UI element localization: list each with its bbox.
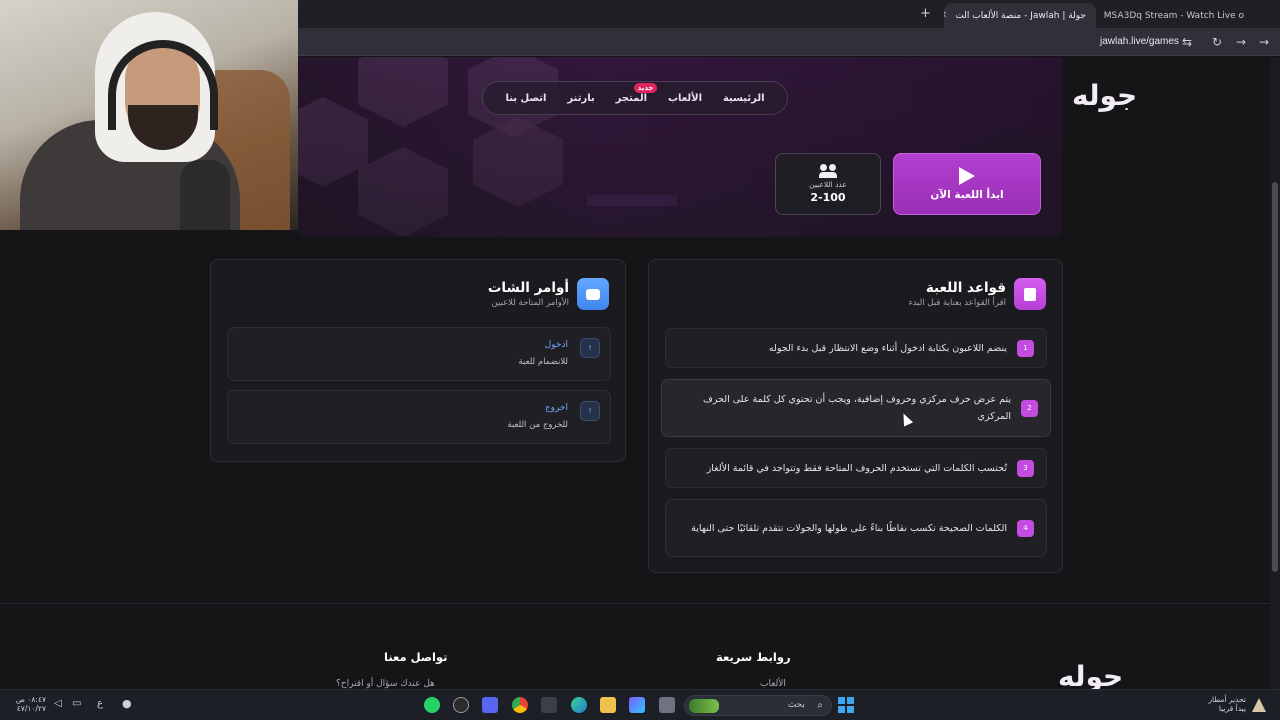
command-name: ادخول bbox=[544, 340, 568, 350]
close-icon[interactable]: ✕ bbox=[944, 10, 947, 21]
command-desc: للخروج من اللعبة bbox=[507, 420, 568, 430]
network-icon[interactable]: ▭ bbox=[72, 698, 81, 709]
rules-card: قواعد اللعبة اقرأ القواعد بعناية قبل الب… bbox=[648, 259, 1063, 573]
nav-contact[interactable]: اتصل بنا bbox=[505, 93, 546, 104]
chat-subtitle: الأوامر المتاحة للاعبين bbox=[491, 298, 570, 308]
calculator-icon[interactable] bbox=[541, 697, 557, 713]
chrome-icon[interactable] bbox=[512, 697, 528, 713]
obs-icon[interactable] bbox=[453, 697, 469, 713]
windows-taskbar: ٠٨:٤٧ ص ٤٧/١٠/٢٧ ◁ ▭ ع ● بحث ⌕ تحذير أمط… bbox=[0, 689, 1280, 720]
edge-icon[interactable] bbox=[571, 697, 587, 713]
rule-item: 1 ينضم اللاعبون بكتابة ادخول أثناء وضع ا… bbox=[665, 328, 1047, 368]
start-game-button[interactable]: ابدأ اللعبة الآن bbox=[893, 153, 1041, 215]
command-tag: ! bbox=[580, 338, 600, 358]
main-nav: الرئيسية الألعاب المتجر جديد بارتنر اتصل … bbox=[482, 81, 788, 115]
url-text[interactable]: jawlah.live/games bbox=[1100, 36, 1179, 47]
tab-label: جولة | Jawlah - منصة الألعاب الت bbox=[955, 10, 1086, 21]
rule-text: ينضم اللاعبون بكتابة ادخول أثناء وضع الا… bbox=[768, 342, 1007, 354]
chat-title: أوامر الشات bbox=[487, 280, 569, 296]
chat-commands-card: أوامر الشات الأوامر المتاحة للاعبين ! اد… bbox=[210, 259, 626, 462]
tab-jawlah[interactable]: جولة | Jawlah - منصة الألعاب الت ✕ bbox=[944, 3, 1096, 28]
microphone-icon[interactable]: ● bbox=[122, 697, 132, 710]
app-icon[interactable] bbox=[659, 697, 675, 713]
book-icon bbox=[1014, 278, 1046, 310]
rule-text: يتم عرض حرف مركزي وحروف إضافية، ويجب أن … bbox=[702, 394, 1011, 422]
nav-store-label: المتجر bbox=[615, 92, 648, 104]
tab-label: MSA3Dq Stream - Watch Live o bbox=[1103, 10, 1244, 21]
nav-games[interactable]: الألعاب bbox=[668, 93, 702, 104]
page-scrollbar[interactable] bbox=[1270, 57, 1280, 689]
command-tag: ! bbox=[580, 401, 600, 421]
weather-widget[interactable]: تحذير أمطار يبدأ قريبا bbox=[1190, 695, 1246, 713]
rule-number: 2 bbox=[1021, 399, 1038, 417]
footer-divider bbox=[0, 603, 1270, 604]
clock[interactable]: ٠٨:٤٧ ص ٤٧/١٠/٢٧ bbox=[10, 695, 46, 713]
chat-icon bbox=[577, 278, 609, 310]
rule-number: 4 bbox=[1017, 519, 1034, 537]
rule-item: 3 تُحتسب الكلمات التي تستخدم الحروف المت… bbox=[665, 448, 1047, 488]
clock-date: ٤٧/١٠/٢٧ bbox=[16, 704, 46, 713]
players-value: 2-100 bbox=[810, 191, 846, 204]
rule-text: الكلمات الصحيحة تكسب نقاطًا بناءً على طو… bbox=[691, 522, 1007, 534]
footer-contact-title: تواصل معنا bbox=[384, 650, 448, 664]
taskbar-search-label: بحث bbox=[787, 700, 805, 710]
clock-time: ٠٨:٤٧ ص bbox=[15, 695, 46, 704]
command-item: ! اخروج للخروج من اللعبة bbox=[227, 390, 611, 444]
rule-number: 3 bbox=[1017, 459, 1034, 477]
new-tab-icon[interactable]: + bbox=[920, 6, 931, 21]
windows-start-icon[interactable] bbox=[838, 697, 854, 713]
tune-icon[interactable]: ⇆ bbox=[1182, 35, 1192, 49]
taskbar-search[interactable]: بحث ⌕ bbox=[684, 695, 832, 716]
speaker-icon[interactable]: ◁ bbox=[54, 698, 62, 709]
start-game-label: ابدأ اللعبة الآن bbox=[930, 189, 1004, 201]
rules-header: قواعد اللعبة اقرأ القواعد بعناية قبل الب… bbox=[909, 278, 1046, 310]
copilot-icon[interactable] bbox=[629, 697, 645, 713]
back-icon[interactable]: → bbox=[1259, 35, 1269, 49]
players-count-card: عدد اللاعبين 2-100 bbox=[775, 153, 881, 215]
footer-contact-line[interactable]: هل عندك سؤال أو اقتراح؟ bbox=[336, 679, 435, 689]
search-icon: ⌕ bbox=[817, 700, 823, 711]
rule-item: 4 الكلمات الصحيحة تكسب نقاطًا بناءً على … bbox=[665, 499, 1047, 557]
rule-number: 1 bbox=[1017, 339, 1034, 357]
language-indicator[interactable]: ع bbox=[97, 698, 103, 709]
chat-header: أوامر الشات الأوامر المتاحة للاعبين bbox=[488, 278, 609, 310]
command-name: اخروج bbox=[544, 403, 568, 413]
players-label: عدد اللاعبين bbox=[809, 180, 847, 189]
play-icon bbox=[959, 167, 975, 185]
new-badge: جديد bbox=[633, 82, 658, 93]
rule-text: تُحتسب الكلمات التي تستخدم الحروف المتاح… bbox=[706, 462, 1007, 474]
folder-icon[interactable] bbox=[600, 697, 616, 713]
discord-icon[interactable] bbox=[482, 697, 498, 713]
footer-links-title: روابط سريعة bbox=[716, 650, 791, 664]
site-logo[interactable]: جوله bbox=[1072, 79, 1137, 112]
command-desc: للانضمام للعبة bbox=[518, 357, 569, 367]
rule-item: 2 يتم عرض حرف مركزي وحروف إضافية، ويجب أ… bbox=[661, 379, 1051, 437]
nav-home[interactable]: الرئيسية bbox=[723, 93, 765, 104]
forward-icon[interactable]: → bbox=[1236, 35, 1246, 49]
tab-stream[interactable]: MSA3Dq Stream - Watch Live o ✕ bbox=[1100, 3, 1260, 28]
footer-link-games[interactable]: الألعاب bbox=[760, 679, 786, 689]
weather-warning-icon bbox=[1252, 698, 1266, 712]
whatsapp-icon[interactable] bbox=[424, 697, 440, 713]
command-item: ! ادخول للانضمام للعبة bbox=[227, 327, 611, 381]
weather-title: تحذير أمطار bbox=[1208, 695, 1246, 704]
nav-store[interactable]: المتجر جديد bbox=[615, 82, 658, 104]
reload-icon[interactable]: ↻ bbox=[1212, 35, 1222, 49]
rules-subtitle: اقرأ القواعد بعناية قبل البدء bbox=[908, 298, 1006, 308]
users-icon bbox=[819, 164, 837, 178]
search-highlight-image bbox=[689, 699, 719, 713]
webcam-overlay bbox=[0, 0, 298, 230]
rules-title: قواعد اللعبة bbox=[925, 280, 1006, 296]
weather-sub: يبدأ قريبا bbox=[1218, 704, 1246, 713]
nav-partner[interactable]: بارتنر bbox=[567, 93, 594, 104]
footer-logo[interactable]: جوله bbox=[1058, 660, 1123, 689]
